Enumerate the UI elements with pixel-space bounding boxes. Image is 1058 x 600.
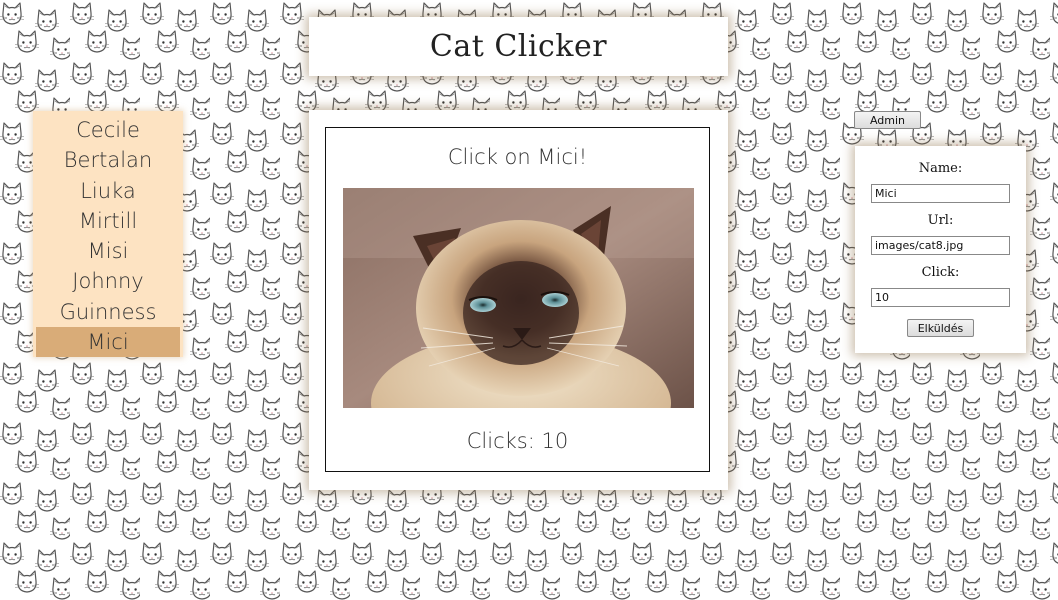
url-label: Url:	[927, 213, 954, 228]
cat-list: Cecile Bertalan Liuka Mirtill Misi Johnny Guin…	[33, 111, 183, 358]
submit-button[interactable]: Elküldés	[907, 319, 974, 337]
cat-list-item-cecile[interactable]: Cecile	[36, 115, 180, 145]
page-title: Cat Clicker	[429, 29, 608, 64]
click-counter: Clicks: 10	[466, 429, 569, 453]
cat-list-item-misi[interactable]: Misi	[36, 236, 180, 266]
siamese-cat-photo[interactable]	[343, 188, 694, 408]
admin-button[interactable]: Admin	[854, 111, 921, 129]
cat-list-item-johnny[interactable]: Johnny	[36, 266, 180, 296]
cat-list-item-mici[interactable]: Mici	[36, 327, 180, 358]
admin-panel: Name: Url: Click: Elküldés	[855, 146, 1026, 353]
cat-display-panel: Click on Mici! Clicks: 10	[309, 110, 728, 490]
cat-list-item-liuka[interactable]: Liuka	[36, 176, 180, 206]
cat-list-item-bertalan[interactable]: Bertalan	[36, 145, 180, 175]
click-prompt: Click on Mici!	[447, 145, 588, 169]
cat-list-item-guinness[interactable]: Guinness	[36, 297, 180, 327]
url-input[interactable]	[871, 236, 1010, 255]
cat-list-item-mirtill[interactable]: Mirtill	[36, 206, 180, 236]
click-label: Click:	[921, 265, 960, 280]
cat-display-frame: Click on Mici! Clicks: 10	[325, 127, 710, 472]
title-panel: Cat Clicker	[309, 17, 728, 76]
name-input[interactable]	[871, 184, 1010, 203]
name-label: Name:	[918, 161, 963, 176]
cat-image[interactable]	[343, 188, 694, 408]
click-input[interactable]	[871, 288, 1010, 307]
